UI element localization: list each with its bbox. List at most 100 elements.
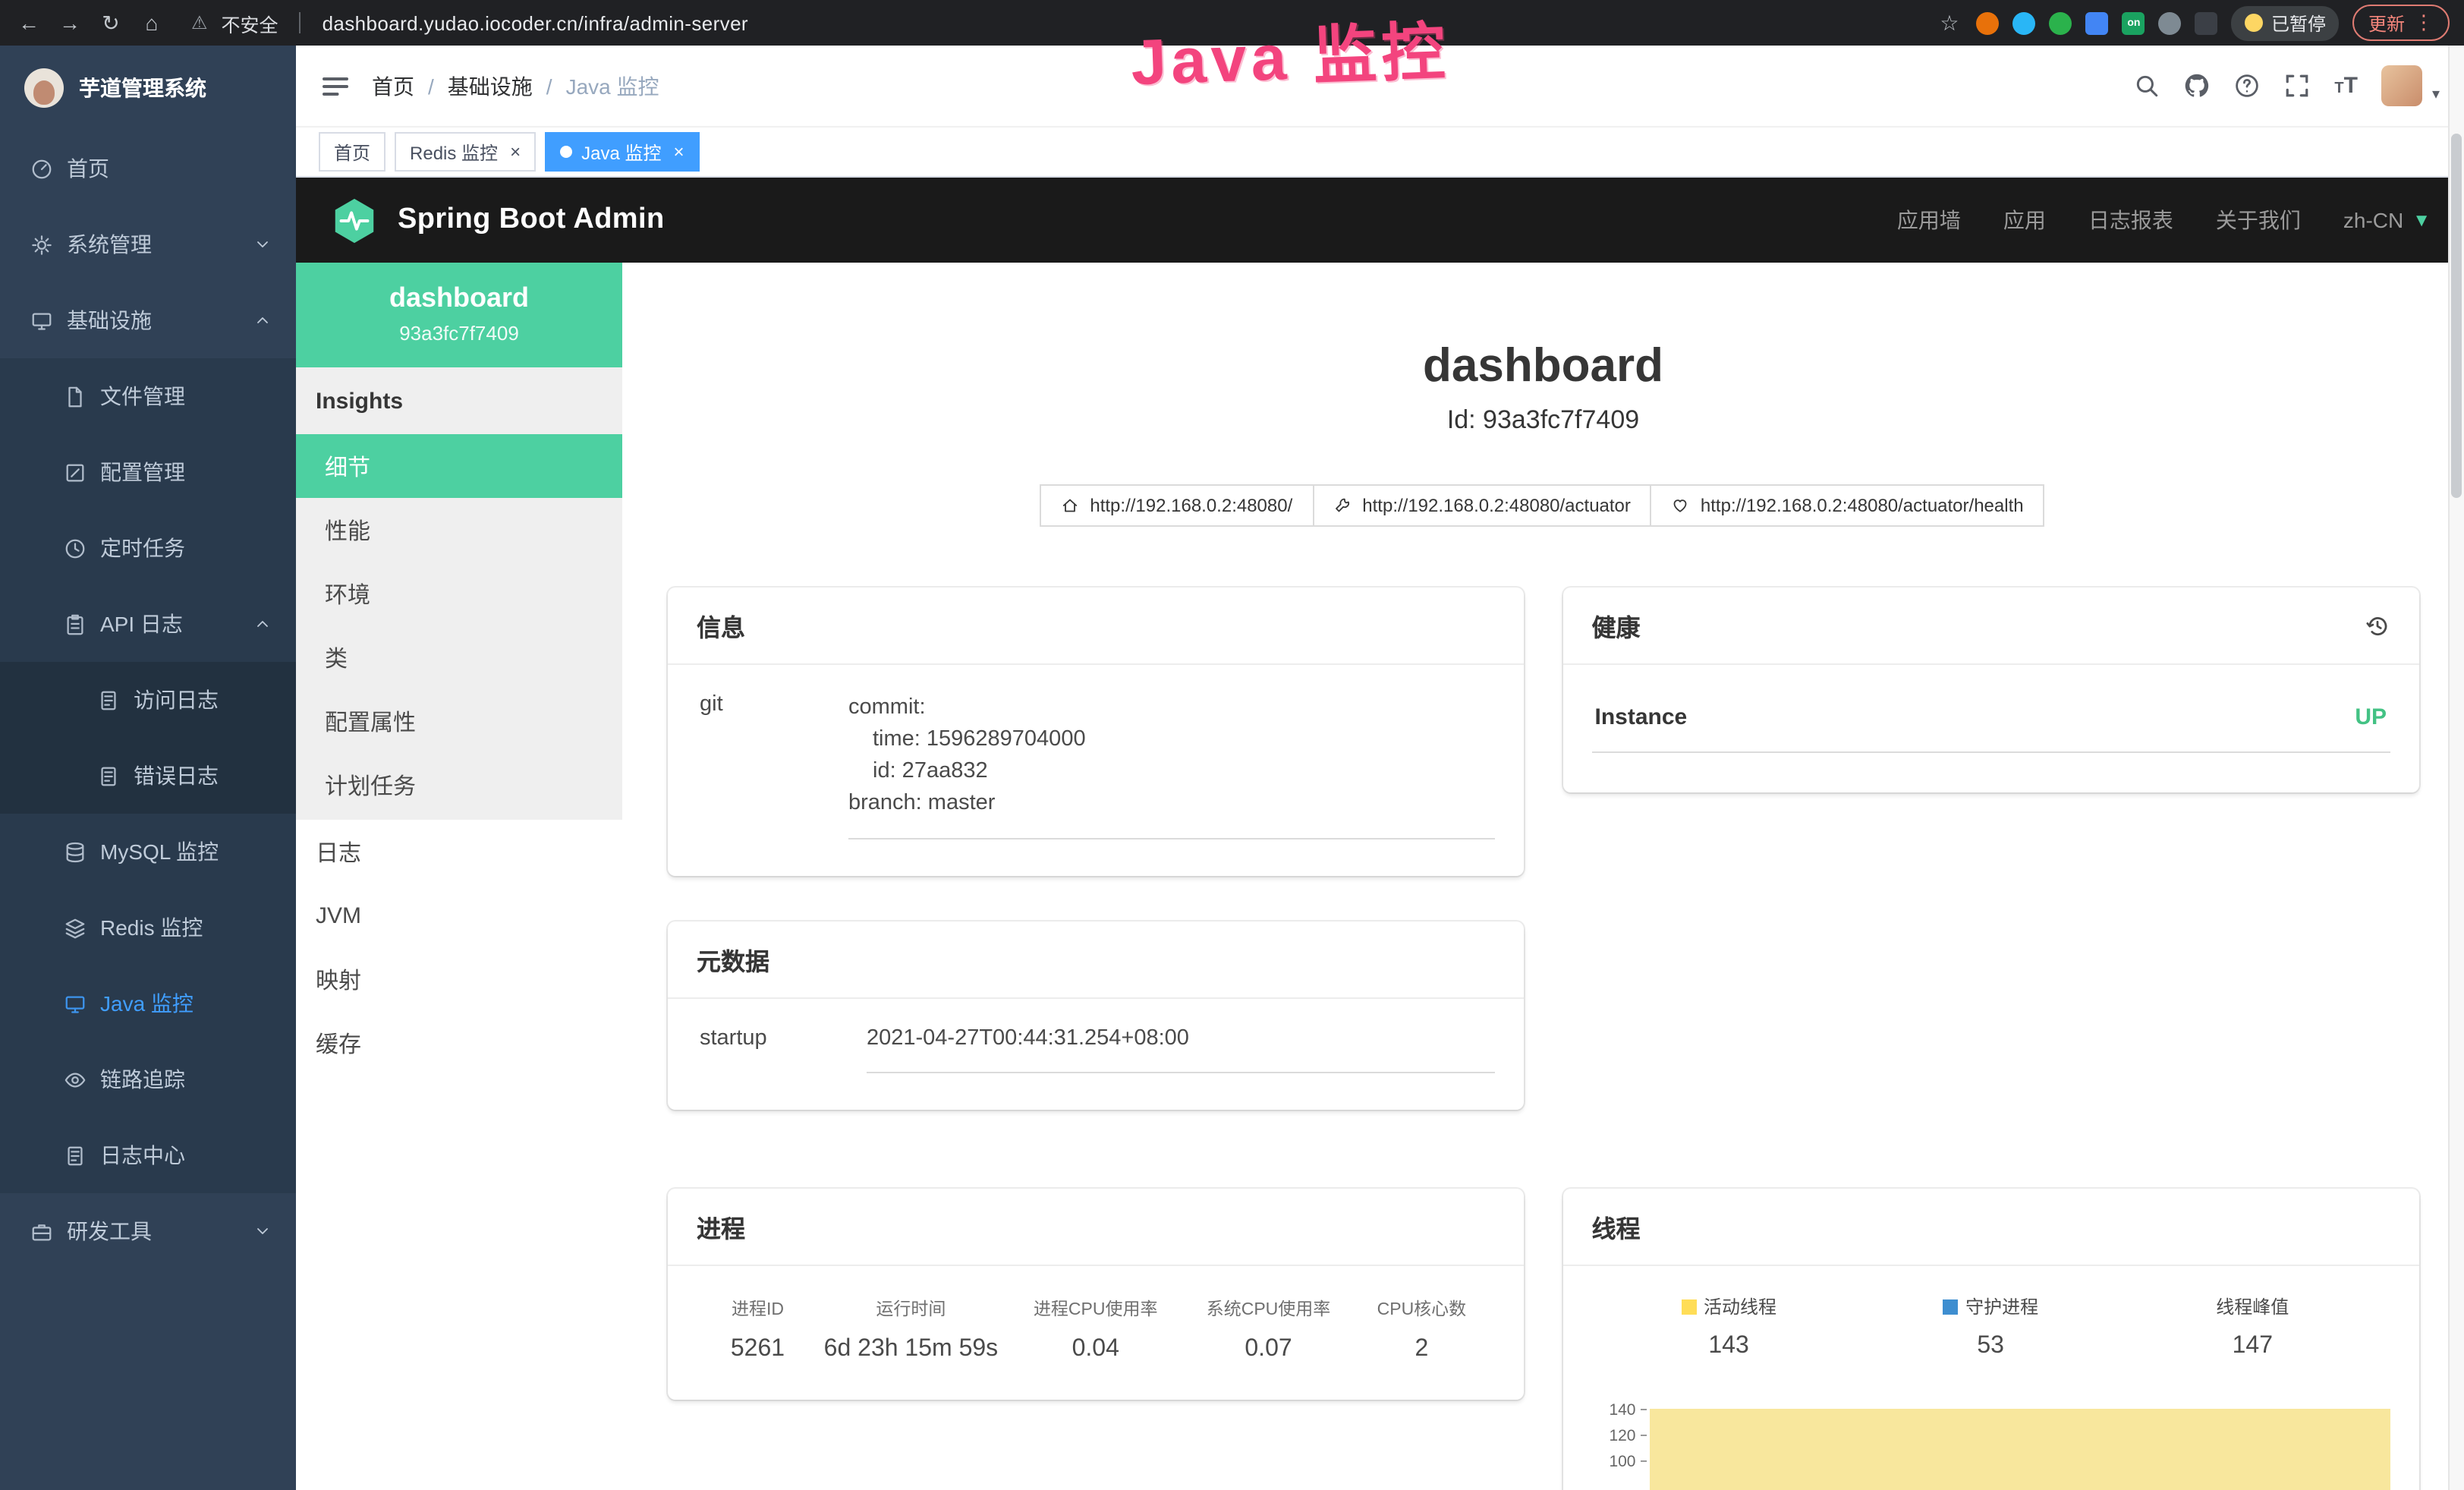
doc-icon <box>97 688 120 711</box>
sidebar-item-label: 基础设施 <box>67 305 152 335</box>
sba-menu-top-item-2[interactable]: 映射 <box>296 947 622 1011</box>
page-id: Id: 93a3fc7f7409 <box>668 405 2418 436</box>
back-icon[interactable]: ← <box>15 11 42 35</box>
tab-label: 首页 <box>334 139 370 165</box>
sba-nav-item-2[interactable]: 日志报表 <box>2088 205 2173 235</box>
process-card-title: 进程 <box>697 1208 745 1245</box>
github-icon[interactable] <box>2184 73 2210 99</box>
instance-link-0[interactable]: http://192.168.0.2:48080/ <box>1040 484 1314 527</box>
chevron-down-icon <box>253 1222 272 1240</box>
scrollbar-track[interactable] <box>2447 46 2464 1490</box>
scrollbar-thumb[interactable] <box>2451 134 2462 498</box>
sidebar-item-label: 链路追踪 <box>100 1064 185 1095</box>
locale-label: zh-CN <box>2343 208 2403 232</box>
tab-2[interactable]: Java 监控× <box>545 132 699 172</box>
instance-block[interactable]: dashboard 93a3fc7f7409 <box>296 263 622 367</box>
spring-boot-admin-logo-icon <box>329 195 379 245</box>
legend-item-1: 守护进程 53 <box>1860 1293 2122 1360</box>
sidebar-item-1[interactable]: 系统管理 <box>0 206 296 282</box>
sba-menu-item-0[interactable]: 细节 <box>296 434 622 498</box>
bookmark-star-icon[interactable]: ☆ <box>1936 10 1963 36</box>
sidebar-item-5[interactable]: 定时任务 <box>0 510 296 586</box>
health-instance-label[interactable]: Instance <box>1595 704 1688 730</box>
monitor-icon <box>64 992 87 1015</box>
extension-icon[interactable] <box>2159 11 2182 34</box>
sidebar-item-13[interactable]: 日志中心 <box>0 1117 296 1193</box>
fullscreen-icon[interactable] <box>2284 73 2310 99</box>
close-tab-icon[interactable]: × <box>673 143 684 161</box>
sidebar-item-7[interactable]: 访问日志 <box>0 662 296 738</box>
chevron-down-icon: ▼ <box>2412 209 2431 231</box>
reload-icon[interactable]: ↻ <box>97 10 124 36</box>
url-text[interactable]: dashboard.yudao.iocoder.cn/infra/admin-s… <box>323 11 748 34</box>
breadcrumb-item[interactable]: 基础设施 <box>448 71 533 101</box>
sidebar-item-10[interactable]: Redis 监控 <box>0 890 296 966</box>
history-icon[interactable] <box>2364 613 2390 638</box>
instance-link-1[interactable]: http://192.168.0.2:48080/actuator <box>1312 484 1652 527</box>
sba-menu-top-item-0[interactable]: 日志 <box>296 820 622 884</box>
font-size-icon[interactable]: TT <box>2334 74 2358 97</box>
extension-icon[interactable] <box>2050 11 2072 34</box>
hamburger-icon[interactable] <box>320 71 351 101</box>
sba-menu-item-5[interactable]: 计划任务 <box>296 753 622 817</box>
sidebar-item-3[interactable]: 文件管理 <box>0 358 296 434</box>
extension-icon[interactable] <box>2195 11 2218 34</box>
security-warning-icon: ⚠ <box>191 12 208 33</box>
sba-nav-item-1[interactable]: 应用 <box>2003 205 2046 235</box>
extension-icon[interactable]: on <box>2123 11 2145 34</box>
legend-value: 53 <box>1860 1333 2122 1360</box>
sidebar-item-6[interactable]: API 日志 <box>0 586 296 662</box>
sidebar-item-9[interactable]: MySQL 监控 <box>0 814 296 890</box>
paused-badge[interactable]: 已暂停 <box>2232 5 2340 40</box>
sba-menu-top-item-1[interactable]: JVM <box>296 884 622 947</box>
legend-label: 守护进程 <box>1860 1293 2122 1319</box>
tab-0[interactable]: 首页 <box>319 132 385 172</box>
sba-menu-item-1[interactable]: 性能 <box>296 498 622 562</box>
sidebar-item-12[interactable]: 链路追踪 <box>0 1041 296 1117</box>
help-icon[interactable] <box>2234 73 2260 99</box>
sba-nav-item-3[interactable]: 关于我们 <box>2216 205 2301 235</box>
forward-icon[interactable]: → <box>56 11 83 35</box>
sidebar-item-2[interactable]: 基础设施 <box>0 282 296 358</box>
legend-item-2: 线程峰值147 <box>2122 1293 2384 1360</box>
doc-icon <box>97 764 120 787</box>
sidebar-item-0[interactable]: 首页 <box>0 131 296 206</box>
instance-link-2[interactable]: http://192.168.0.2:48080/actuator/health <box>1651 484 2045 527</box>
info-card-title: 信息 <box>697 607 745 644</box>
sidebar-item-14[interactable]: 研发工具 <box>0 1193 296 1269</box>
sba-menu-item-2[interactable]: 环境 <box>296 562 622 625</box>
sba-nav-item-0[interactable]: 应用墙 <box>1897 205 1961 235</box>
layers-icon <box>64 916 87 939</box>
tick-mark <box>1641 1409 1647 1410</box>
locale-select[interactable]: zh-CN ▼ <box>2343 208 2431 232</box>
instance-name: dashboard <box>308 282 610 314</box>
update-button[interactable]: 更新 ⋮ <box>2353 5 2449 41</box>
app-title: 芋道管理系统 <box>79 73 206 103</box>
legend-item-0: 活动线程143 <box>1598 1293 1860 1360</box>
sba-header: Spring Boot Admin 应用墙应用日志报表关于我们 zh-CN ▼ <box>296 178 2464 263</box>
extension-icon[interactable] <box>1977 11 2000 34</box>
close-tab-icon[interactable]: × <box>510 143 521 161</box>
search-icon[interactable] <box>2134 73 2160 99</box>
breadcrumb-item[interactable]: 首页 <box>372 71 414 101</box>
user-avatar[interactable] <box>2382 65 2423 106</box>
browser-home-icon[interactable]: ⌂ <box>138 11 165 35</box>
sidebar-item-11[interactable]: Java 监控 <box>0 966 296 1041</box>
security-label[interactable]: 不安全 <box>222 8 278 37</box>
file-icon <box>64 385 87 408</box>
sba-menu-item-4[interactable]: 配置属性 <box>296 689 622 753</box>
extension-icon[interactable] <box>2086 11 2109 34</box>
sidebar-item-4[interactable]: 配置管理 <box>0 434 296 510</box>
health-card: 健康 Instance UP <box>1563 587 2419 792</box>
address-divider <box>300 12 301 33</box>
sidebar-item-8[interactable]: 错误日志 <box>0 738 296 814</box>
y-axis-tick: 140 <box>1592 1397 1647 1422</box>
sba-menu-top-item-3[interactable]: 缓存 <box>296 1011 622 1075</box>
kebab-menu-icon[interactable]: ⋮ <box>2414 11 2434 35</box>
sidebar-item-label: 配置管理 <box>100 457 185 487</box>
process-column-0: 进程ID5261 <box>703 1296 813 1363</box>
home-icon <box>1061 496 1079 515</box>
extension-icon[interactable] <box>2013 11 2036 34</box>
sba-menu-item-3[interactable]: 类 <box>296 625 622 689</box>
tab-1[interactable]: Redis 监控× <box>395 132 536 172</box>
